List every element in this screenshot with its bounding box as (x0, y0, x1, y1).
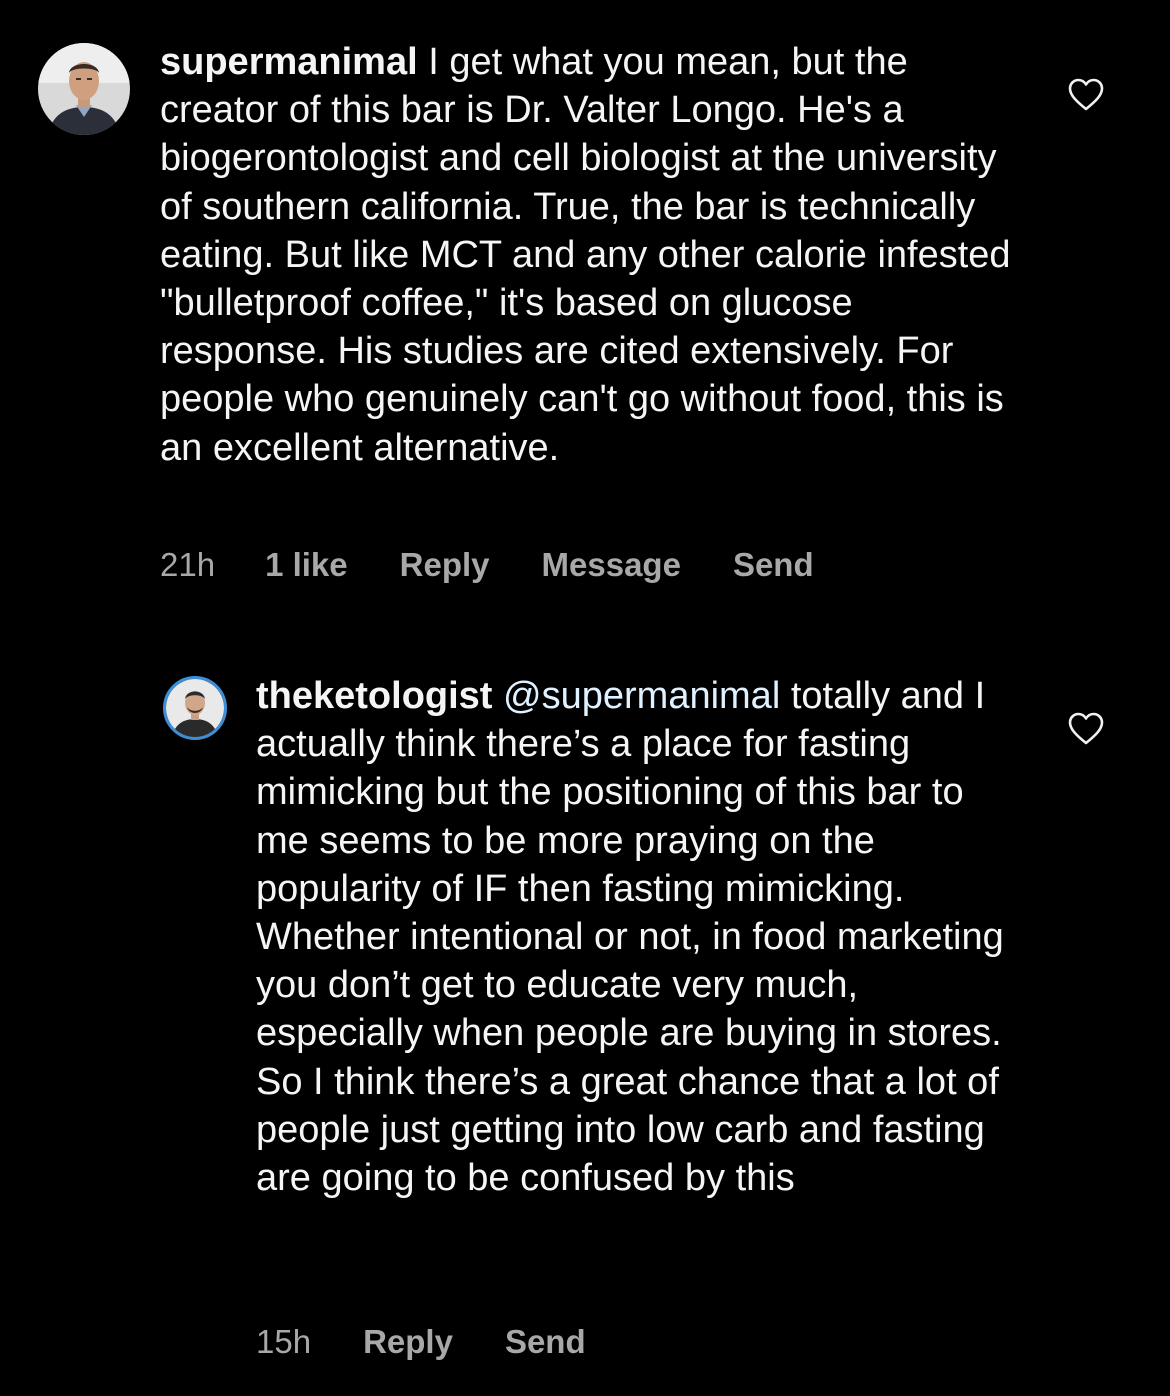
timestamp: 15h (256, 1323, 312, 1360)
comment-body: totally and I actually think there’s a p… (256, 675, 1004, 1200)
avatar[interactable] (163, 676, 227, 740)
send-button[interactable]: Send (505, 1323, 586, 1361)
avatar[interactable] (38, 43, 130, 135)
comment-actions: 21h 1 like Reply Message Send (160, 545, 814, 585)
comment-text: supermanimal I get what you mean, but th… (160, 38, 1020, 472)
username[interactable]: theketologist (256, 675, 492, 717)
profile-photo-icon (166, 679, 224, 737)
send-button[interactable]: Send (733, 546, 814, 584)
reply-button[interactable]: Reply (400, 546, 490, 584)
likes-count[interactable]: 1 like (265, 546, 348, 584)
heart-outline-icon[interactable] (1068, 712, 1104, 746)
mention-link[interactable]: @supermanimal (503, 675, 780, 717)
message-button[interactable]: Message (542, 546, 681, 584)
timestamp: 21h (160, 546, 216, 583)
reply-button[interactable]: Reply (363, 1323, 453, 1361)
comment-text: theketologist @supermanimal totally and … (256, 672, 1016, 1202)
username[interactable]: supermanimal (160, 41, 418, 83)
heart-outline-icon[interactable] (1068, 78, 1104, 112)
comment-body: I get what you mean, but the creator of … (160, 41, 1011, 469)
comment-actions: 15h Reply Send (256, 1322, 586, 1362)
profile-photo-icon (38, 43, 130, 135)
